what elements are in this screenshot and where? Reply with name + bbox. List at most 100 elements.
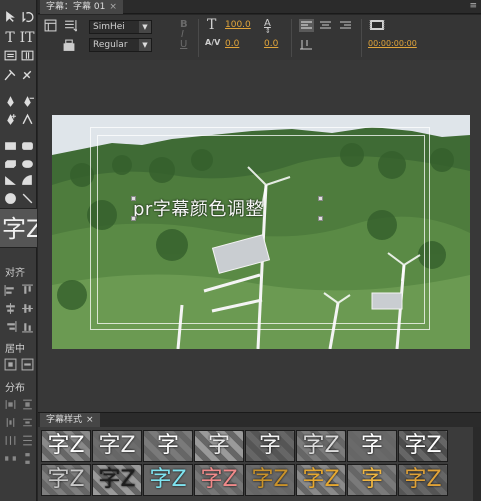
vertical-area-type-tool-icon[interactable]: [19, 47, 35, 63]
style-sample-preview: 字Z: [0, 208, 37, 248]
align-left-icon[interactable]: [2, 282, 18, 298]
align-text-left-button[interactable]: [299, 19, 314, 32]
style-swatch[interactable]: 字Z: [296, 430, 346, 462]
distribute-section-label: 分布: [5, 383, 25, 394]
area-type-tool-icon[interactable]: [2, 47, 18, 63]
bounding-box-handle[interactable]: [131, 216, 136, 221]
style-swatch[interactable]: 字Z: [194, 464, 244, 496]
align-bottom-icon[interactable]: [19, 318, 35, 334]
styles-tab-close-icon[interactable]: ×: [86, 413, 94, 428]
style-swatch[interactable]: 字Z: [398, 464, 448, 496]
bounding-box-handle[interactable]: [131, 196, 136, 201]
align-text-center-button[interactable]: [318, 19, 333, 35]
background-video-frame[interactable]: pr字幕颜色调整: [52, 115, 470, 349]
add-anchor-tool-icon[interactable]: [2, 111, 18, 127]
distribute-top-icon[interactable]: [19, 396, 35, 412]
distribute-right-icon[interactable]: [2, 432, 18, 448]
title-tools-panel: T IT 字Z 对齐 居中 分布: [0, 0, 37, 501]
font-style-value: Regular: [93, 40, 128, 50]
center-vertical-icon[interactable]: [19, 356, 35, 372]
center-section-label: 居中: [5, 344, 25, 355]
style-swatch[interactable]: 字Z: [398, 430, 448, 462]
line-tool-icon[interactable]: [19, 190, 35, 206]
templates-icon[interactable]: [62, 39, 76, 55]
title-styles-tabbar: 字幕样式 ×: [38, 412, 481, 428]
style-swatch[interactable]: 字Z: [92, 464, 142, 496]
path-type-tool-icon[interactable]: [2, 66, 18, 82]
title-text-object[interactable]: pr字幕颜色调整: [133, 195, 264, 221]
rotation-tool-icon[interactable]: [19, 8, 35, 24]
ellipse-tool-icon[interactable]: [2, 190, 18, 206]
delete-anchor-tool-icon[interactable]: [19, 93, 35, 109]
tab-stops-button[interactable]: [299, 38, 314, 54]
style-swatch[interactable]: 字: [194, 430, 244, 462]
title-canvas-area: pr字幕颜色调整: [38, 60, 481, 412]
title-styles-grid: 字Z 字Z 字字字字Z 字字Z 字Z 字Z 字Z 字Z 字Z 字Z 字字Z: [38, 427, 481, 501]
font-size-value[interactable]: 100.0: [225, 20, 251, 30]
rounded-rectangle-tool-icon[interactable]: [19, 137, 35, 153]
vertical-path-type-tool-icon[interactable]: [19, 66, 35, 82]
leading-arrows-icon: ⇕: [265, 27, 271, 35]
selection-tool-icon[interactable]: [2, 8, 18, 24]
rectangle-tool-icon[interactable]: [2, 137, 18, 153]
font-style-dropdown[interactable]: Regular ▼: [89, 38, 152, 52]
distribute-horizontal-even-icon[interactable]: [2, 450, 18, 466]
align-vertical-center-icon[interactable]: [19, 300, 35, 316]
style-swatch[interactable]: 字: [245, 430, 295, 462]
distribute-left-icon[interactable]: [2, 396, 18, 412]
wedge-tool-icon[interactable]: [2, 172, 18, 188]
align-top-icon[interactable]: [19, 282, 35, 298]
type-tool-icon[interactable]: T: [2, 30, 18, 46]
new-title-icon[interactable]: [44, 19, 57, 35]
panel-menu-icon[interactable]: ≡: [469, 1, 477, 11]
tab-title-01[interactable]: 字幕：字幕 01 ×: [40, 0, 123, 14]
tab-close-icon[interactable]: ×: [109, 0, 117, 14]
tab-title-styles[interactable]: 字幕样式 ×: [40, 413, 100, 428]
background-timecode[interactable]: 00:00:00:00: [368, 39, 417, 48]
kerning-value[interactable]: 0.0: [225, 39, 239, 49]
bounding-box-handle[interactable]: [318, 196, 323, 201]
title-properties-toolbar: SimHei ▼ Regular ▼ B U I T 100.0 A/V 0.0…: [38, 15, 481, 60]
style-swatch[interactable]: 字Z: [143, 464, 193, 496]
styles-scrollbar[interactable]: [473, 427, 481, 501]
rounded-corner-rectangle-tool-icon[interactable]: [19, 155, 35, 171]
kerning-icon: A/V: [205, 38, 221, 47]
style-swatch[interactable]: 字Z: [41, 430, 91, 462]
pen-tool-icon[interactable]: [2, 93, 18, 109]
style-swatch[interactable]: 字: [347, 430, 397, 462]
tab-title-label: 字幕：字幕 01: [46, 2, 106, 12]
toolbar-divider: [361, 19, 362, 57]
distribute-center-v-icon[interactable]: [19, 414, 35, 430]
title-safe-margin: [97, 135, 425, 324]
style-swatch[interactable]: 字Z: [41, 464, 91, 496]
toolbar-divider: [291, 19, 292, 57]
style-swatch[interactable]: 字: [143, 430, 193, 462]
align-right-icon[interactable]: [2, 318, 18, 334]
roll-crawl-options-icon[interactable]: [64, 19, 79, 35]
chevron-down-icon: ▼: [139, 39, 151, 51]
distribute-vertical-even-icon[interactable]: [19, 450, 35, 466]
leading-value[interactable]: 0.0: [264, 39, 278, 49]
bounding-box-handle[interactable]: [318, 216, 323, 221]
style-swatch[interactable]: 字Z: [245, 464, 295, 496]
align-text-right-button[interactable]: [338, 19, 353, 35]
style-swatch[interactable]: 字: [347, 464, 397, 496]
style-swatch[interactable]: 字Z: [296, 464, 346, 496]
show-background-video-icon[interactable]: [369, 18, 385, 35]
center-horizontal-icon[interactable]: [2, 356, 18, 372]
chevron-down-icon: ▼: [139, 21, 151, 33]
align-section-label: 对齐: [5, 268, 25, 279]
align-horizontal-center-icon[interactable]: [2, 300, 18, 316]
convert-anchor-tool-icon[interactable]: [19, 111, 35, 127]
distribute-bottom-icon[interactable]: [19, 432, 35, 448]
font-size-icon: T: [207, 17, 217, 33]
distribute-center-h-icon[interactable]: [2, 414, 18, 430]
underline-button[interactable]: U: [180, 39, 187, 50]
arc-tool-icon[interactable]: [19, 172, 35, 188]
title-panel-tabbar: 字幕：字幕 01 × ≡: [38, 0, 481, 14]
style-swatch[interactable]: 字Z: [92, 430, 142, 462]
vertical-type-tool-icon[interactable]: IT: [19, 30, 35, 46]
font-family-dropdown[interactable]: SimHei ▼: [89, 20, 152, 34]
italic-button[interactable]: I: [181, 29, 184, 40]
clipped-rectangle-tool-icon[interactable]: [2, 155, 18, 171]
